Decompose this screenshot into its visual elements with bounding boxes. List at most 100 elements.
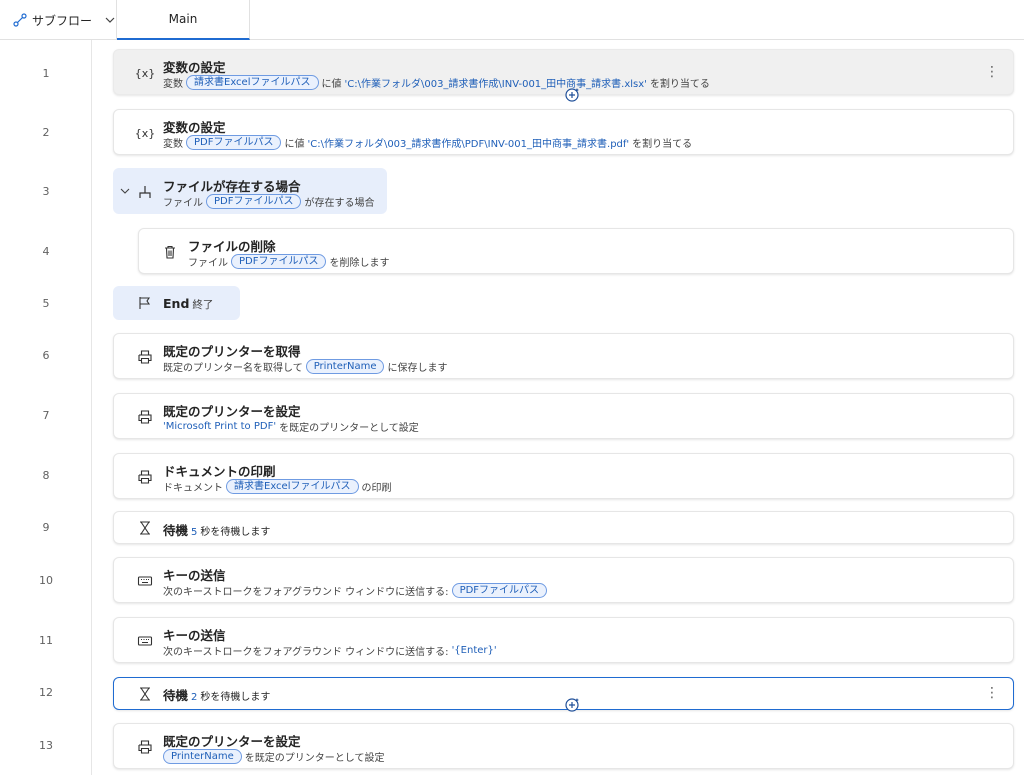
keyboard-icon: [137, 636, 153, 646]
wait-title: 待機: [163, 688, 189, 703]
line-number: 11: [39, 634, 53, 647]
variable-pill[interactable]: PDFファイルパス: [451, 583, 548, 598]
variable-pill[interactable]: PDFファイルパス: [231, 254, 327, 269]
wait-seconds: 5: [191, 527, 198, 538]
line-number: 10: [39, 574, 53, 587]
action-set-default-printer[interactable]: 既定のプリンターを設定 'Microsoft Print to PDF' を既定…: [113, 393, 1014, 439]
desc-text: を割り当てる: [632, 139, 693, 150]
desc-text: 次のキーストロークをフォアグラウンド ウィンドウに送信する:: [163, 587, 449, 598]
line-number: 2: [42, 126, 50, 139]
line-number: 7: [42, 409, 50, 422]
desc-text: に値: [284, 139, 305, 150]
printer-icon: [138, 470, 152, 484]
add-action-icon[interactable]: [564, 87, 580, 103]
variable-icon: {x}: [134, 126, 156, 140]
line-number: 1: [42, 67, 50, 80]
variable-pill[interactable]: PrinterName: [163, 749, 242, 764]
more-options-icon[interactable]: ⋮: [985, 64, 999, 80]
variable-icon: {x}: [134, 66, 156, 80]
action-print-document[interactable]: ドキュメントの印刷 ドキュメント 請求書Excelファイルパス の印刷: [113, 453, 1014, 499]
literal-value: 'C:\作業フォルダ\003_請求書作成\PDF\INV-001_田中商事_請求…: [307, 139, 630, 150]
more-options-icon[interactable]: ⋮: [985, 685, 999, 701]
action-set-variable[interactable]: {x} 変数の設定 変数 PDFファイルパス に値 'C:\作業フォルダ\003…: [113, 109, 1014, 155]
add-action-icon[interactable]: [564, 697, 580, 713]
action-title: 既定のプリンターを取得: [163, 344, 301, 359]
printer-icon: [138, 410, 152, 424]
action-title: 既定のプリンターを設定: [163, 734, 301, 749]
desc-text: に値: [321, 79, 342, 90]
hourglass-icon: [140, 687, 150, 701]
action-title: End 終了: [163, 296, 213, 312]
line-number: 9: [42, 521, 50, 534]
action-end[interactable]: End 終了: [113, 286, 240, 320]
action-description: 次のキーストロークをフォアグラウンド ウィンドウに送信する: PDFファイルパス: [163, 583, 550, 598]
wait-seconds: 2: [191, 692, 198, 703]
desc-text: 変数: [163, 139, 183, 150]
action-wait[interactable]: 待機 5 秒を待機します: [113, 511, 1014, 544]
action-description: 既定のプリンター名を取得して PrinterName に保存します: [163, 359, 447, 374]
printer-icon: [138, 350, 152, 364]
literal-value: 'Microsoft Print to PDF': [163, 421, 277, 432]
line-number-gutter: [0, 40, 92, 775]
action-get-default-printer[interactable]: 既定のプリンターを取得 既定のプリンター名を取得して PrinterName に…: [113, 333, 1014, 379]
action-description: ファイル PDFファイルパス を削除します: [188, 254, 389, 269]
action-description: PrinterName を既定のプリンターとして設定: [163, 749, 384, 764]
subflow-icon: [13, 13, 27, 27]
tab-main-label: Main: [168, 12, 198, 26]
printer-icon: [138, 740, 152, 754]
variable-pill[interactable]: 請求書Excelファイルパス: [226, 479, 359, 494]
end-subtitle: 終了: [192, 299, 214, 311]
variable-pill[interactable]: 請求書Excelファイルパス: [186, 75, 319, 90]
chevron-down-icon: [105, 17, 115, 23]
action-delete-file[interactable]: ファイルの削除 ファイル PDFファイルパス を削除します: [138, 228, 1014, 274]
desc-text: を割り当てる: [649, 79, 710, 90]
literal-value: '{Enter}': [451, 645, 497, 656]
action-description: 変数 PDFファイルパス に値 'C:\作業フォルダ\003_請求書作成\PDF…: [163, 135, 692, 150]
action-title: キーの送信: [163, 568, 226, 583]
action-description: 'Microsoft Print to PDF' を既定のプリンターとして設定: [163, 419, 419, 434]
if-branch-icon: [139, 186, 151, 198]
literal-value: 'C:\作業フォルダ\003_請求書作成\INV-001_田中商事_請求書.xl…: [344, 79, 647, 90]
variable-pill[interactable]: PrinterName: [305, 359, 385, 374]
action-title: 変数の設定: [163, 120, 226, 135]
action-description: 変数 請求書Excelファイルパス に値 'C:\作業フォルダ\003_請求書作…: [163, 75, 710, 90]
desc-text: の印刷: [361, 483, 392, 494]
action-send-keys[interactable]: キーの送信 次のキーストロークをフォアグラウンド ウィンドウに送信する: '{E…: [113, 617, 1014, 663]
wait-title: 待機: [163, 523, 189, 538]
variable-pill[interactable]: PDFファイルパス: [186, 135, 282, 150]
desc-text: 秒を待機します: [200, 692, 271, 703]
action-description: ドキュメント 請求書Excelファイルパス の印刷: [163, 479, 392, 494]
action-title: 既定のプリンターを設定: [163, 404, 301, 419]
flag-icon: [139, 297, 151, 309]
action-description: ファイル PDFファイルパス が存在する場合: [163, 194, 374, 209]
desc-text: が存在する場合: [304, 198, 375, 209]
action-description: 次のキーストロークをフォアグラウンド ウィンドウに送信する: '{Enter}': [163, 643, 497, 658]
line-number: 3: [42, 185, 50, 198]
desc-text: 秒を待機します: [200, 527, 271, 538]
action-send-keys[interactable]: キーの送信 次のキーストロークをフォアグラウンド ウィンドウに送信する: PDF…: [113, 557, 1014, 603]
line-number: 12: [39, 686, 53, 699]
desc-text: 次のキーストロークをフォアグラウンド ウィンドウに送信する:: [163, 647, 449, 658]
designer-tab-bar: サブフロー Main: [0, 0, 1024, 40]
line-number: 8: [42, 469, 50, 482]
desc-text: に保存します: [387, 363, 448, 374]
action-title: 待機 5 秒を待機します: [163, 520, 270, 539]
action-if-file-exists[interactable]: ファイルが存在する場合 ファイル PDFファイルパス が存在する場合: [113, 168, 387, 214]
variable-pill[interactable]: PDFファイルパス: [206, 194, 302, 209]
action-title: キーの送信: [163, 628, 226, 643]
desc-text: ドキュメント: [163, 483, 223, 494]
desc-text: 既定のプリンター名を取得して: [163, 363, 303, 374]
desc-text: を削除します: [329, 258, 390, 269]
subflows-dropdown[interactable]: サブフロー: [0, 0, 117, 40]
action-title: ファイルが存在する場合: [163, 179, 301, 194]
action-title: ドキュメントの印刷: [163, 464, 276, 479]
action-title: ファイルの削除: [188, 239, 276, 254]
tab-main[interactable]: Main: [117, 0, 250, 40]
keyboard-icon: [137, 576, 153, 586]
desc-text: 変数: [163, 79, 183, 90]
action-set-default-printer[interactable]: 既定のプリンターを設定 PrinterName を既定のプリンターとして設定: [113, 723, 1014, 769]
subflows-label: サブフロー: [32, 13, 93, 28]
desc-text: を既定のプリンターとして設定: [244, 753, 385, 764]
desc-text: ファイル: [188, 258, 228, 269]
chevron-down-icon[interactable]: [120, 186, 130, 196]
